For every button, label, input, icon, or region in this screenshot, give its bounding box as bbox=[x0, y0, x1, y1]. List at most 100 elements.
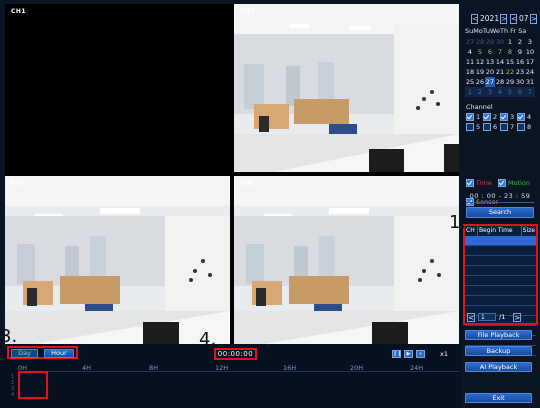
page-number-input[interactable]: 1 bbox=[478, 313, 496, 321]
calendar-day[interactable]: 1 bbox=[505, 37, 515, 47]
calendar-day[interactable]: 20 bbox=[485, 67, 495, 77]
calendar-day[interactable]: 27 bbox=[485, 77, 495, 87]
calendar-day[interactable]: 28 bbox=[495, 77, 505, 87]
record-type-label: Time bbox=[476, 179, 492, 187]
office-scene-image bbox=[234, 4, 459, 172]
calendar-day[interactable]: 3 bbox=[525, 37, 535, 47]
calendar-day[interactable]: 2 bbox=[515, 37, 525, 47]
checkbox-icon bbox=[497, 179, 506, 187]
checkbox-icon bbox=[466, 179, 474, 187]
table-row[interactable] bbox=[465, 286, 536, 296]
table-row[interactable] bbox=[465, 236, 536, 246]
calendar-day[interactable]: 6 bbox=[515, 87, 525, 97]
record-type-motion[interactable]: Motion bbox=[497, 179, 530, 187]
calendar-day[interactable]: 12 bbox=[475, 57, 485, 67]
play-icon[interactable]: ▶ bbox=[404, 350, 413, 358]
calendar-day[interactable]: 7 bbox=[495, 47, 505, 57]
file-playback-button[interactable]: File Playback bbox=[465, 330, 532, 340]
calendar-day[interactable]: 5 bbox=[505, 87, 515, 97]
camera-tile-2[interactable]: CH1 bbox=[234, 4, 459, 172]
calendar-day[interactable]: 31 bbox=[525, 77, 535, 87]
channel-checkbox-1[interactable]: 1 bbox=[466, 113, 483, 121]
table-row[interactable] bbox=[465, 266, 536, 276]
calendar-day[interactable]: 13 bbox=[485, 57, 495, 67]
calendar-day[interactable]: 23 bbox=[515, 67, 525, 77]
table-row[interactable] bbox=[465, 296, 536, 306]
calendar-day[interactable]: 17 bbox=[525, 57, 535, 67]
next-month-button[interactable]: > bbox=[530, 14, 537, 24]
channel-checkbox-4[interactable]: 4 bbox=[517, 113, 534, 121]
table-row[interactable] bbox=[465, 256, 536, 266]
calendar-day[interactable]: 15 bbox=[505, 57, 515, 67]
prev-month-button[interactable]: < bbox=[510, 14, 517, 24]
calendar-day[interactable]: 4 bbox=[465, 47, 475, 57]
prev-page-button[interactable]: < bbox=[467, 312, 475, 322]
calendar-day[interactable]: 9 bbox=[515, 47, 525, 57]
calendar-day[interactable]: 30 bbox=[495, 37, 505, 47]
calendar-day[interactable]: 29 bbox=[505, 77, 515, 87]
camera-tile-4[interactable]: CH1 bbox=[234, 176, 459, 344]
calendar-day[interactable]: 7 bbox=[525, 87, 535, 97]
column-header-begin-time: Begin Time bbox=[478, 226, 522, 236]
prev-year-button[interactable]: < bbox=[471, 14, 478, 24]
calendar-day[interactable]: 29 bbox=[485, 37, 495, 47]
annotation-1: 1. bbox=[449, 212, 467, 233]
nvr-playback-screen: CH1 CH1 CH1 CH1 < 2021 > < 07 > SuMoTuWe… bbox=[0, 0, 540, 408]
record-type-time[interactable]: Time bbox=[466, 179, 492, 187]
calendar-day[interactable]: 22 bbox=[505, 67, 515, 77]
channel-checkbox-label: 7 bbox=[510, 123, 515, 131]
fast-forward-icon[interactable]: » bbox=[416, 350, 425, 358]
calendar-day[interactable]: 14 bbox=[495, 57, 505, 67]
calendar-day[interactable]: 30 bbox=[515, 77, 525, 87]
calendar-day[interactable]: 2 bbox=[475, 87, 485, 97]
calendar-day[interactable]: 5 bbox=[475, 47, 485, 57]
backup-button[interactable]: Backup bbox=[465, 346, 532, 356]
search-button[interactable]: Search bbox=[466, 207, 534, 218]
calendar-day[interactable]: 3 bbox=[485, 87, 495, 97]
calendar-day[interactable]: 8 bbox=[505, 47, 515, 57]
channel-track-highlight bbox=[18, 371, 48, 399]
calendar-day[interactable]: 10 bbox=[525, 47, 535, 57]
calendar-day[interactable]: 4 bbox=[495, 87, 505, 97]
calendar-day[interactable]: 19 bbox=[475, 67, 485, 77]
calendar-day[interactable]: 27 bbox=[465, 37, 475, 47]
calendar-day[interactable]: 16 bbox=[515, 57, 525, 67]
calendar-day[interactable]: 28 bbox=[475, 37, 485, 47]
calendar-day[interactable]: 18 bbox=[465, 67, 475, 77]
annotation-3: 3. bbox=[0, 326, 18, 347]
channel-checkbox-6[interactable]: 6 bbox=[483, 123, 500, 131]
channel-checkbox-3[interactable]: 3 bbox=[500, 113, 517, 121]
camera-tile-1[interactable]: CH1 bbox=[5, 4, 230, 172]
calendar-days: 27 28 29 30 1 2 3 4 5 6 7 8 9 10 11 12 13 14 15 16 17 18 19 20 2… bbox=[465, 37, 535, 97]
channel-checkbox-2[interactable]: 2 bbox=[483, 113, 500, 121]
channel-checkbox-label: 1 bbox=[476, 113, 481, 121]
calendar-day[interactable]: 11 bbox=[465, 57, 475, 67]
checkbox-icon bbox=[483, 113, 491, 121]
checkbox-icon bbox=[500, 123, 508, 131]
calendar-day[interactable]: 1 bbox=[465, 87, 475, 97]
channel-checkbox-7[interactable]: 7 bbox=[500, 123, 517, 131]
calendar-day[interactable]: 6 bbox=[485, 47, 495, 57]
ai-playback-button[interactable]: AI Playback bbox=[465, 362, 532, 372]
calendar-day[interactable]: 24 bbox=[525, 67, 535, 77]
camera-tile-3[interactable]: CH1 bbox=[5, 176, 230, 344]
day-button[interactable]: Day bbox=[11, 349, 38, 358]
camera-label: CH1 bbox=[11, 180, 27, 187]
next-year-button[interactable]: > bbox=[500, 14, 507, 24]
table-row[interactable] bbox=[465, 246, 536, 256]
channel-checkbox-5[interactable]: 5 bbox=[466, 123, 483, 131]
calendar-day[interactable]: 21 bbox=[495, 67, 505, 77]
camera-grid: CH1 CH1 CH1 CH1 bbox=[5, 4, 459, 344]
annotation-4: 4. bbox=[199, 329, 217, 350]
channel-checkbox-8[interactable]: 8 bbox=[517, 123, 534, 131]
time-range-field[interactable]: 00 : 00 - 23 : 59 bbox=[466, 191, 534, 203]
hour-button[interactable]: Hour bbox=[44, 349, 74, 358]
next-page-button[interactable]: > bbox=[513, 312, 522, 322]
timeline-track[interactable] bbox=[20, 371, 460, 372]
table-row[interactable] bbox=[465, 276, 536, 286]
exit-button[interactable]: Exit bbox=[465, 393, 532, 403]
calendar-day[interactable]: 26 bbox=[475, 77, 485, 87]
pause-icon[interactable]: ❙❙ bbox=[392, 350, 401, 358]
calendar-header: < 2021 > < 07 > bbox=[471, 14, 537, 26]
calendar-day[interactable]: 25 bbox=[465, 77, 475, 87]
